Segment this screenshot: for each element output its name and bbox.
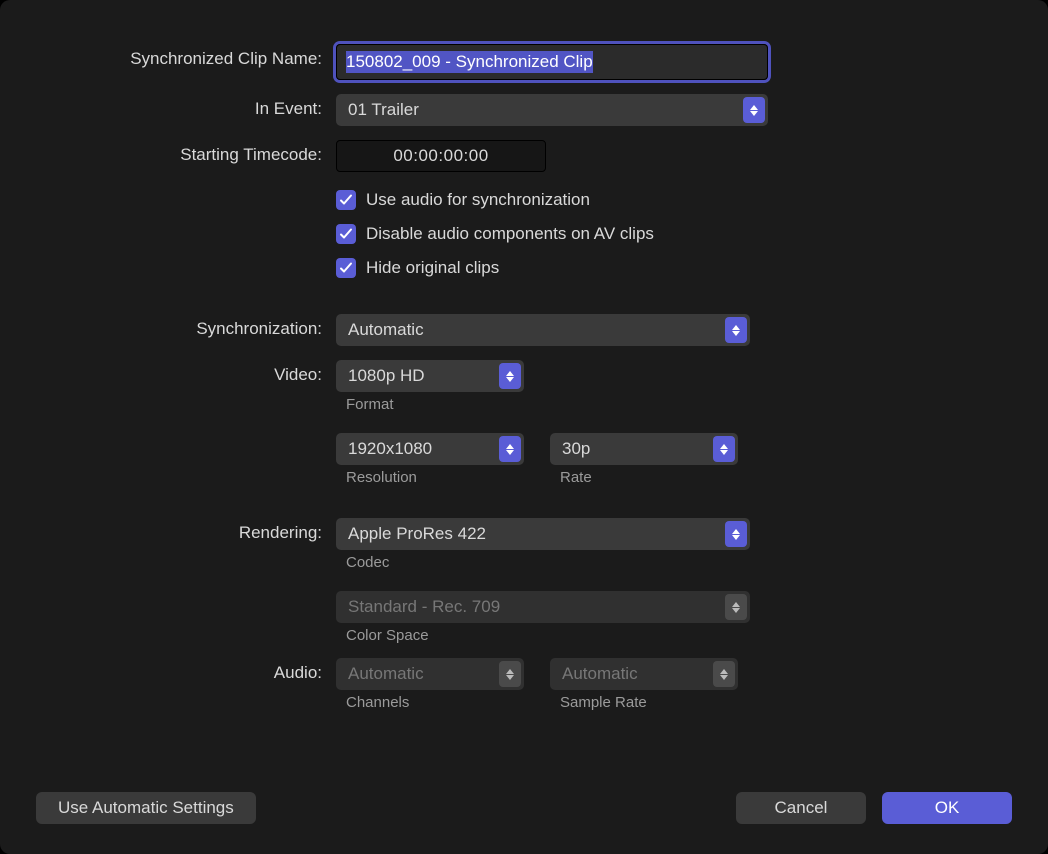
sublabel-colorspace: Color Space bbox=[336, 627, 1012, 644]
synchronization-popup[interactable]: Automatic bbox=[336, 314, 750, 346]
sublabel-channels: Channels bbox=[336, 694, 524, 711]
updown-icon bbox=[713, 661, 735, 687]
rendering-codec-popup[interactable]: Apple ProRes 422 bbox=[336, 518, 750, 550]
label-clip-name: Synchronized Clip Name: bbox=[36, 44, 336, 69]
use-audio-checkbox[interactable] bbox=[336, 190, 356, 210]
use-audio-label: Use audio for synchronization bbox=[366, 190, 590, 210]
synchronize-clip-dialog: Synchronized Clip Name: 150802_009 - Syn… bbox=[0, 0, 1048, 854]
sublabel-codec: Codec bbox=[336, 554, 1012, 571]
updown-icon bbox=[725, 317, 747, 343]
label-video: Video: bbox=[36, 360, 336, 385]
label-in-event: In Event: bbox=[36, 94, 336, 119]
video-rate-popup[interactable]: 30p bbox=[550, 433, 738, 465]
updown-icon bbox=[725, 521, 747, 547]
label-rendering: Rendering: bbox=[36, 518, 336, 543]
label-starting-timecode: Starting Timecode: bbox=[36, 140, 336, 165]
sublabel-resolution: Resolution bbox=[336, 469, 524, 486]
updown-icon bbox=[499, 363, 521, 389]
disable-av-checkbox[interactable] bbox=[336, 224, 356, 244]
sublabel-format: Format bbox=[336, 396, 1012, 413]
rendering-codec-value: Apple ProRes 422 bbox=[348, 524, 486, 544]
updown-icon bbox=[499, 661, 521, 687]
ok-button[interactable]: OK bbox=[882, 792, 1012, 824]
hide-original-checkbox[interactable] bbox=[336, 258, 356, 278]
hide-original-label: Hide original clips bbox=[366, 258, 499, 278]
disable-av-label: Disable audio components on AV clips bbox=[366, 224, 654, 244]
video-resolution-value: 1920x1080 bbox=[348, 439, 432, 459]
rendering-colorspace-value: Standard - Rec. 709 bbox=[348, 597, 500, 617]
sublabel-rate: Rate bbox=[550, 469, 738, 486]
audio-samplerate-popup: Automatic bbox=[550, 658, 738, 690]
audio-channels-value: Automatic bbox=[348, 664, 424, 684]
clip-name-input[interactable]: 150802_009 - Synchronized Clip bbox=[336, 44, 768, 80]
audio-samplerate-value: Automatic bbox=[562, 664, 638, 684]
video-format-value: 1080p HD bbox=[348, 366, 425, 386]
updown-icon bbox=[743, 97, 765, 123]
synchronization-value: Automatic bbox=[348, 320, 424, 340]
updown-icon bbox=[725, 594, 747, 620]
updown-icon bbox=[499, 436, 521, 462]
updown-icon bbox=[713, 436, 735, 462]
video-rate-value: 30p bbox=[562, 439, 590, 459]
use-automatic-settings-button[interactable]: Use Automatic Settings bbox=[36, 792, 256, 824]
in-event-popup[interactable]: 01 Trailer bbox=[336, 94, 768, 126]
cancel-button[interactable]: Cancel bbox=[736, 792, 866, 824]
label-audio: Audio: bbox=[36, 658, 336, 683]
rendering-colorspace-popup: Standard - Rec. 709 bbox=[336, 591, 750, 623]
label-synchronization: Synchronization: bbox=[36, 314, 336, 339]
video-format-popup[interactable]: 1080p HD bbox=[336, 360, 524, 392]
audio-channels-popup: Automatic bbox=[336, 658, 524, 690]
video-resolution-popup[interactable]: 1920x1080 bbox=[336, 433, 524, 465]
in-event-value: 01 Trailer bbox=[348, 100, 419, 120]
starting-timecode-field[interactable]: 00:00:00:00 bbox=[336, 140, 546, 172]
sublabel-samplerate: Sample Rate bbox=[550, 694, 738, 711]
